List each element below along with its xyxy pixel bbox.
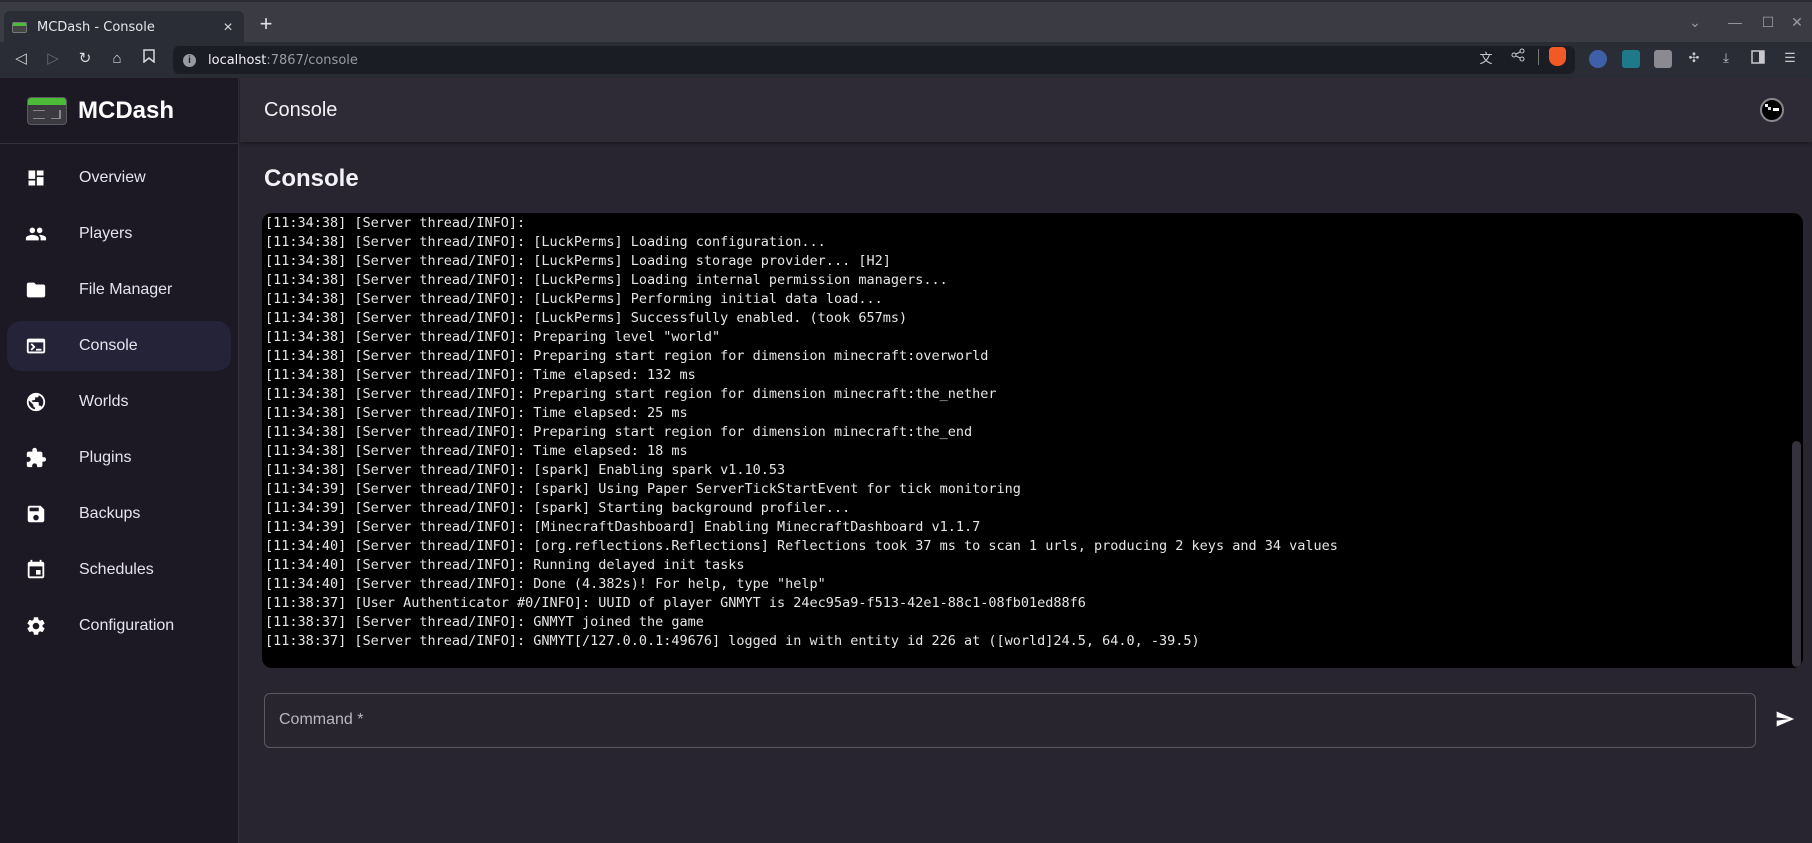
console-line: [11:34:39] [Server thread/INFO]: [spark]… <box>265 481 1021 497</box>
console-line: [11:34:39] [Server thread/INFO]: [spark]… <box>265 500 851 516</box>
sidebar-nav: Overview Players File Manager Console Wo… <box>0 144 238 651</box>
back-icon[interactable]: ◁ <box>10 48 32 70</box>
dashlane-extension-icon[interactable] <box>1622 50 1640 68</box>
sidebar-item-label: File Manager <box>79 281 173 298</box>
console-line: [11:38:37] [Server thread/INFO]: GNMYT j… <box>265 614 704 630</box>
gear-icon <box>24 614 48 638</box>
mcdash-logo-icon <box>27 96 67 125</box>
console-line: [11:34:38] [Server thread/INFO]: Time el… <box>265 443 688 459</box>
bitwarden-extension-icon[interactable] <box>1654 50 1672 68</box>
sidebar-item-players[interactable]: Players <box>7 209 231 259</box>
console-line: [11:34:40] [Server thread/INFO]: [org.re… <box>265 538 1338 554</box>
sidebar-item-plugins[interactable]: Plugins <box>7 433 231 483</box>
console-line: [11:34:38] [Server thread/INFO]: [LuckPe… <box>265 234 826 250</box>
close-window-icon[interactable]: ✕ <box>1787 14 1807 31</box>
console-line: [11:34:38] [Server thread/INFO]: [spark]… <box>265 462 786 478</box>
sidebar-toggle-icon[interactable] <box>1749 50 1767 67</box>
folder-icon <box>24 278 48 302</box>
console-line: [11:34:38] [Server thread/INFO]: [LuckPe… <box>265 253 891 269</box>
downloads-icon[interactable]: ⤓ <box>1717 50 1735 66</box>
console-line: [11:34:38] [Server thread/INFO]: Prepari… <box>265 329 721 345</box>
sidebar-item-console[interactable]: Console <box>7 321 231 371</box>
forward-icon[interactable]: ▷ <box>42 48 64 70</box>
sidebar-item-label: Worlds <box>79 393 129 410</box>
dashboard-icon <box>24 166 48 190</box>
sidebar-item-label: Players <box>79 225 133 242</box>
menu-hamburger-icon[interactable]: ☰ <box>1781 50 1799 66</box>
app-header: Console <box>240 78 1812 142</box>
globe-icon <box>24 390 48 414</box>
console-line: [11:34:38] [Server thread/INFO]: Prepari… <box>265 348 989 364</box>
tab-list-dropdown-icon[interactable]: ⌄ <box>1685 14 1705 31</box>
vpn-extension-icon[interactable] <box>1589 50 1607 68</box>
minimize-window-icon[interactable]: — <box>1725 14 1745 30</box>
header-title: Console <box>264 98 338 121</box>
sidebar-item-label: Plugins <box>79 449 132 466</box>
sidebar-item-label: Backups <box>79 505 141 522</box>
console-line: [11:34:38] [Server thread/INFO]: Prepari… <box>265 424 973 440</box>
tab-title: MCDash - Console <box>37 20 155 35</box>
browser-tab-strip: MCDash - Console × + ⌄ — ☐ ✕ <box>0 0 1812 44</box>
console-line: [11:34:38] [Server thread/INFO]: Time el… <box>265 367 696 383</box>
console-scrollbar[interactable] <box>1792 441 1801 667</box>
console-log: [11:34:38] [Server thread/INFO]: [11:34:… <box>265 214 1789 651</box>
maximize-window-icon[interactable]: ☐ <box>1758 14 1778 31</box>
send-icon <box>1774 709 1796 734</box>
command-input[interactable] <box>265 694 1755 747</box>
sidebar-item-label: Overview <box>79 169 146 186</box>
console-line: [11:34:38] [Server thread/INFO]: [LuckPe… <box>265 272 948 288</box>
mcdash-favicon-icon <box>12 22 27 33</box>
address-bar[interactable]: i localhost:7867/console <box>173 46 1575 74</box>
toolbar-divider <box>1538 49 1539 65</box>
puzzle-icon <box>24 446 48 470</box>
calendar-icon <box>24 558 48 582</box>
console-line: [11:34:40] [Server thread/INFO]: Running… <box>265 557 745 573</box>
browser-tab[interactable]: MCDash - Console × <box>4 11 244 44</box>
close-tab-icon[interactable]: × <box>220 19 236 37</box>
console-line: [11:34:38] [Server thread/INFO]: Time el… <box>265 405 688 421</box>
console-line: [11:38:37] [User Authenticator #0/INFO]:… <box>265 595 1086 611</box>
extensions-puzzle-icon[interactable]: ✣ <box>1685 50 1703 66</box>
new-tab-button[interactable]: + <box>256 12 276 36</box>
share-icon[interactable] <box>1509 48 1527 65</box>
user-avatar[interactable] <box>1760 98 1784 122</box>
console-line: [11:34:40] [Server thread/INFO]: Done (4… <box>265 576 826 592</box>
console-line: [11:34:39] [Server thread/INFO]: [Minecr… <box>265 519 981 535</box>
command-field[interactable]: Command * <box>264 693 1756 748</box>
console-line: [11:34:38] [Server thread/INFO]: Prepari… <box>265 386 997 402</box>
sidebar: MCDash Overview Players File Manager Con… <box>0 78 239 843</box>
people-icon <box>24 222 48 246</box>
console-line: [11:38:37] [Server thread/INFO]: GNMYT[/… <box>265 633 1200 649</box>
brand-name: MCDash <box>78 96 175 124</box>
brave-shields-icon[interactable] <box>1549 47 1566 66</box>
console-line: [11:34:38] [Server thread/INFO]: [LuckPe… <box>265 291 883 307</box>
sidebar-item-label: Configuration <box>79 617 175 634</box>
sidebar-item-label: Schedules <box>79 561 154 578</box>
sidebar-item-file-manager[interactable]: File Manager <box>7 265 231 315</box>
console-line: [11:34:38] [Server thread/INFO]: <box>265 215 534 231</box>
bookmark-icon[interactable] <box>138 48 160 70</box>
sidebar-item-backups[interactable]: Backups <box>7 489 231 539</box>
terminal-icon <box>24 334 48 358</box>
console-line: [11:34:38] [Server thread/INFO]: [LuckPe… <box>265 310 908 326</box>
send-command-button[interactable] <box>1772 708 1798 734</box>
console-output[interactable]: [11:34:38] [Server thread/INFO]: [11:34:… <box>262 213 1803 668</box>
url-path: :7867/console <box>266 52 358 68</box>
site-info-icon[interactable]: i <box>183 53 196 67</box>
sidebar-item-overview[interactable]: Overview <box>7 153 231 203</box>
page-title: Console <box>264 165 359 192</box>
sidebar-item-configuration[interactable]: Configuration <box>7 601 231 651</box>
sidebar-item-schedules[interactable]: Schedules <box>7 545 231 595</box>
browser-toolbar: ◁ ▷ ↻ ⌂ i localhost:7867/console 文 ✣ ⤓ ☰ <box>0 42 1812 78</box>
brand[interactable]: MCDash <box>0 78 238 144</box>
translate-icon[interactable]: 文 <box>1477 48 1495 67</box>
reload-icon[interactable]: ↻ <box>74 48 96 70</box>
url-host: localhost <box>208 52 267 68</box>
sidebar-item-worlds[interactable]: Worlds <box>7 377 231 427</box>
home-icon[interactable]: ⌂ <box>106 48 128 70</box>
sidebar-item-label: Console <box>79 337 138 354</box>
save-icon <box>24 502 48 526</box>
